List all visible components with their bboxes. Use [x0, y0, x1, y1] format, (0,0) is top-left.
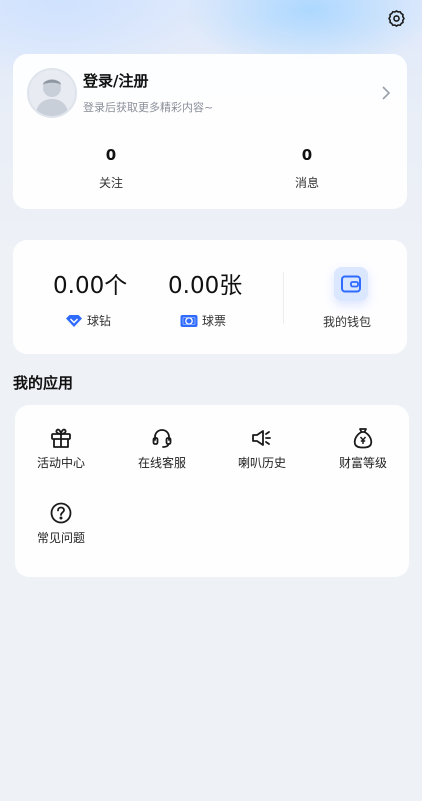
chevron-right-icon[interactable] [381, 86, 391, 100]
headset-icon [152, 429, 172, 448]
app-label: 财富等级 [338, 456, 387, 470]
profile-card: 登录/注册 登录后获取更多精彩内容~ 0 关注 0 消息 [13, 54, 407, 209]
money-bag-icon [353, 428, 373, 449]
follow-label: 关注 [98, 176, 123, 190]
ticket-icon [180, 314, 198, 327]
settings-button[interactable] [386, 8, 406, 28]
login-register-link[interactable]: 登录/注册 [83, 70, 148, 91]
app-faq[interactable]: 常见问题 [21, 498, 101, 546]
avatar[interactable] [27, 68, 77, 118]
wallet-icon [341, 275, 361, 293]
app-online-service[interactable]: 在线客服 [122, 423, 202, 471]
app-label: 喇叭历史 [237, 456, 286, 470]
stat-messages[interactable]: 0 消息 [267, 146, 347, 191]
message-label: 消息 [294, 176, 319, 190]
message-count: 0 [301, 146, 313, 164]
diamond-icon [66, 314, 82, 327]
login-subtitle: 登录后获取更多精彩内容~ [83, 101, 214, 114]
app-label: 常见问题 [36, 531, 85, 545]
ticket-label-row[interactable]: 球票 [180, 312, 226, 329]
app-activity-center[interactable]: 活动中心 [21, 423, 101, 471]
apps-card: 活动中心 在线客服 喇叭历史 财富等级 常见问题 [15, 405, 409, 577]
stat-follow[interactable]: 0 关注 [71, 146, 151, 191]
speaker-icon [252, 430, 271, 446]
ticket-amount[interactable]: 0.00张 [168, 266, 242, 300]
follow-count: 0 [105, 146, 117, 164]
divider [283, 272, 284, 324]
question-icon [50, 502, 72, 524]
wallet-card: 0.00个 0.00张 球钻 球票 我的钱包 [13, 240, 407, 354]
wallet-button[interactable] [334, 267, 368, 301]
diamond-label-row[interactable]: 球钻 [65, 312, 111, 329]
diamond-label: 球钻 [87, 314, 112, 328]
diamond-amount[interactable]: 0.00个 [53, 266, 127, 300]
app-label: 活动中心 [36, 456, 85, 470]
gift-icon [51, 428, 71, 448]
app-wealth-level[interactable]: 财富等级 [323, 423, 403, 471]
app-label: 在线客服 [137, 456, 186, 470]
app-speaker-history[interactable]: 喇叭历史 [222, 423, 302, 471]
wallet-label[interactable]: 我的钱包 [323, 313, 371, 330]
ticket-label: 球票 [202, 314, 227, 328]
section-title: 我的应用 [13, 374, 74, 392]
gear-icon [387, 9, 405, 27]
